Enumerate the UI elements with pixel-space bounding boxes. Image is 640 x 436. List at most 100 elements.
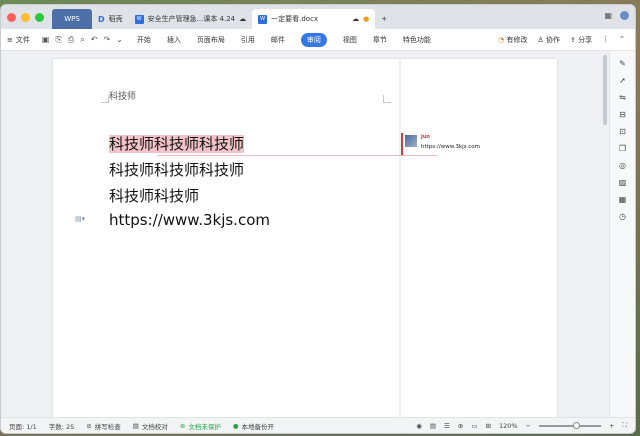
body-line[interactable]: 科技师科技师 (109, 185, 199, 206)
avatar[interactable] (620, 11, 629, 20)
page-header[interactable]: 科技师 (109, 89, 136, 102)
tab-features[interactable]: 特色功能 (403, 35, 431, 45)
tab-reference[interactable]: 引用 (241, 35, 255, 45)
spell-check-label: 拼写检查 (94, 422, 121, 431)
copy-icon[interactable]: ❐ (619, 144, 626, 153)
backup-status[interactable]: ● 本地备份开 (233, 421, 274, 431)
collab-button[interactable]: ♙ 协作 (538, 35, 561, 45)
picture-icon[interactable]: ▦ (619, 195, 627, 204)
lock-icon[interactable]: ⊡ (619, 127, 626, 136)
tab-wps[interactable]: WPS (52, 9, 92, 29)
spell-check-button[interactable]: ⊘ 拼写检查 (86, 421, 120, 431)
tab-insert[interactable]: 插入 (167, 35, 181, 45)
print-icon[interactable]: ⎙ (68, 35, 74, 45)
share-button[interactable]: ⇪ 分享 (570, 35, 592, 45)
body-line[interactable]: https://www.3kjs.com (109, 211, 270, 229)
more-icon[interactable]: ⌄ (116, 35, 123, 45)
export-icon[interactable]: ⎘ (55, 35, 61, 45)
collapse-icon[interactable]: ⌃ (619, 35, 625, 45)
spell-check-icon: ⊘ (86, 421, 92, 430)
protect-label: 文档未保护 (188, 422, 221, 431)
tab-doc1-label: 安全生产管理急...课本 4.24 (147, 15, 236, 23)
web-view-icon[interactable]: ⊕ (458, 422, 463, 430)
collab-label: 协作 (546, 35, 561, 44)
redo-icon[interactable]: ↷ (103, 35, 110, 45)
paragraph-marker-icon[interactable]: ▤▾ (75, 215, 85, 223)
status-bar: 页面: 1/1 字数: 25 ⊘ 拼写检查 ▤ 文档校对 ⊛ 文档未保护 ● 本地备份开… (1, 417, 635, 433)
share-label: 分享 (578, 35, 593, 44)
tab-view[interactable]: 视图 (343, 35, 357, 45)
modified-label: 有修改 (506, 35, 528, 44)
save-icon[interactable]: ▣ (42, 35, 50, 45)
zoom-out-icon[interactable]: − (526, 422, 531, 430)
image-icon[interactable]: ▨ (619, 178, 627, 187)
cloud-icon: ☁ (352, 15, 360, 23)
tab-wps-label: WPS (64, 15, 80, 23)
margin-corner (383, 95, 391, 103)
doc-icon: W (134, 14, 144, 24)
cloud-icon: ☁ (239, 15, 247, 23)
title-bar-actions: ▦ (604, 11, 629, 20)
vertical-scrollbar[interactable] (603, 55, 607, 125)
minimize-button[interactable] (21, 12, 30, 22)
preview-icon[interactable]: ⌕ (80, 35, 84, 45)
proofread-button[interactable]: ▤ 文档校对 (133, 421, 168, 431)
protect-status[interactable]: ⊛ 文档未保护 (180, 421, 221, 431)
comment-bar (401, 133, 403, 155)
pointer-icon[interactable]: ➚ (619, 76, 626, 85)
comment-text[interactable]: https://www.3kjs.com (421, 144, 480, 150)
proofread-icon: ▤ (132, 421, 139, 430)
modified-icon: ◔ (498, 35, 505, 44)
eye-icon[interactable]: ◉ (416, 422, 422, 430)
tab-doc2[interactable]: W 一定要看.docx ☁ ● (252, 9, 376, 29)
tab-layout[interactable]: 页面布局 (197, 35, 225, 45)
tab-start[interactable]: 开始 (137, 35, 151, 45)
more-menu-icon[interactable]: ⋮ (602, 35, 609, 45)
avatar (405, 135, 417, 147)
target-icon[interactable]: ◎ (619, 161, 626, 170)
word-count[interactable]: 字数: 25 (49, 421, 75, 431)
tab-review[interactable]: 审阅 (300, 32, 327, 47)
zoom-slider[interactable] (538, 421, 601, 429)
new-tab-button[interactable]: + (375, 9, 393, 29)
outline-view-icon[interactable]: ☰ (444, 422, 450, 430)
file-menu[interactable]: ≡ 文件 (7, 35, 30, 45)
zoom-level[interactable]: 120% (499, 422, 518, 430)
document-page[interactable]: 科技师 科技师科技师科技师 科技师科技师科技师 科技师科技师 https://w… (53, 59, 557, 429)
tab-section[interactable]: 章节 (373, 35, 387, 45)
maximize-button[interactable] (35, 12, 44, 22)
tab-doc1[interactable]: W 安全生产管理急...课本 4.24 ☁ (129, 9, 253, 29)
zoom-slider-knob[interactable] (572, 421, 580, 429)
history-icon[interactable]: ◷ (619, 212, 626, 221)
edit-icon[interactable]: ✎ (619, 59, 626, 68)
quick-access: ▣ ⎘ ⎙ ⌕ ↶ ↷ ⌄ (42, 35, 123, 45)
window-controls (7, 12, 44, 22)
proofread-label: 文档校对 (141, 422, 168, 431)
reading-view-icon[interactable]: ▭ (471, 422, 477, 430)
daoke-icon: D (98, 14, 105, 24)
share-icon: ⇪ (570, 35, 576, 44)
backup-label: 本地备份开 (241, 422, 274, 431)
title-bar: WPS D 稻壳 W 安全生产管理急...课本 4.24 ☁ W 一定要看.docx ☁ ●… (1, 5, 635, 29)
grid-icon[interactable]: ▦ (604, 11, 612, 20)
body-line[interactable]: 科技师科技师科技师 (109, 159, 244, 180)
tab-daoke-label: 稻壳 (108, 15, 123, 23)
ribbon-right: ◔ 有修改 ♙ 协作 ⇪ 分享 ⋮ ⌃ (498, 35, 625, 45)
adjust-icon[interactable]: ⇋ (619, 93, 626, 102)
ribbon: ≡ 文件 ▣ ⎘ ⎙ ⌕ ↶ ↷ ⌄ 开始 插入 页面布局 引用 邮件 审阅 视图… (1, 29, 635, 51)
zoom-in-icon[interactable]: + (609, 422, 614, 430)
fullscreen-icon[interactable]: ⛶ (622, 421, 627, 430)
highlighted-line[interactable]: 科技师科技师科技师 (109, 135, 245, 153)
undo-icon[interactable]: ↶ (91, 35, 98, 45)
page-count[interactable]: 页面: 1/1 (9, 421, 37, 431)
tab-daoke[interactable]: D 稻壳 (92, 9, 129, 29)
tab-mail[interactable]: 邮件 (271, 35, 285, 45)
page-view-icon[interactable]: ▤ (430, 422, 436, 430)
fit-icon[interactable]: ⊞ (485, 422, 490, 430)
file-menu-label: 文件 (15, 35, 30, 44)
app-window: WPS D 稻壳 W 安全生产管理急...课本 4.24 ☁ W 一定要看.docx ☁ ●… (0, 4, 636, 434)
close-button[interactable] (7, 12, 16, 22)
modified-button[interactable]: ◔ 有修改 (498, 35, 527, 45)
format-icon[interactable]: ⊟ (619, 110, 626, 119)
unsaved-dot-icon: ● (363, 15, 370, 23)
